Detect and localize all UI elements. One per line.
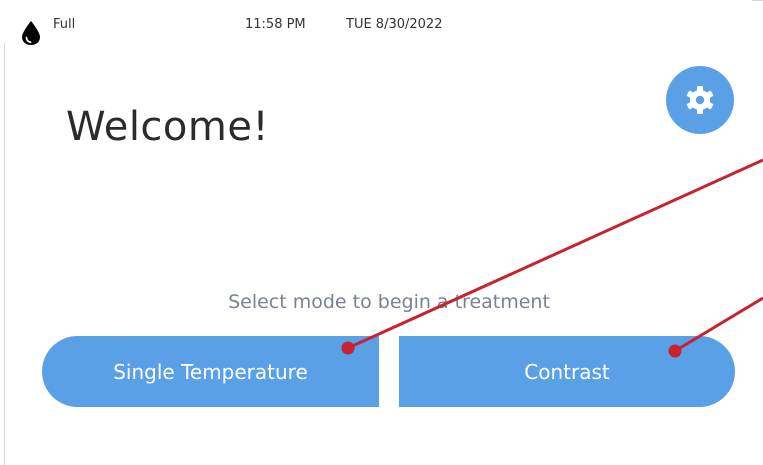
welcome-screen: Full 11:58 PM TUE 8/30/2022 Welcome! Sel… — [0, 0, 763, 465]
status-bar: Full 11:58 PM TUE 8/30/2022 — [0, 0, 763, 45]
contrast-label: Contrast — [524, 359, 610, 384]
gear-icon — [686, 86, 714, 114]
screen-border-left — [4, 42, 5, 465]
water-drop-icon — [22, 21, 40, 45]
tank-level-label: Full — [53, 17, 76, 32]
page-title: Welcome! — [66, 104, 270, 150]
clock-time: 11:58 PM — [245, 17, 306, 32]
contrast-button[interactable]: Contrast — [399, 336, 735, 407]
callout-line-single — [347, 158, 763, 350]
single-temperature-label: Single Temperature — [113, 359, 308, 384]
settings-button[interactable] — [666, 66, 734, 134]
clock-date: TUE 8/30/2022 — [346, 17, 443, 32]
single-temperature-button[interactable]: Single Temperature — [42, 336, 379, 407]
mode-prompt: Select mode to begin a treatment — [228, 291, 550, 313]
